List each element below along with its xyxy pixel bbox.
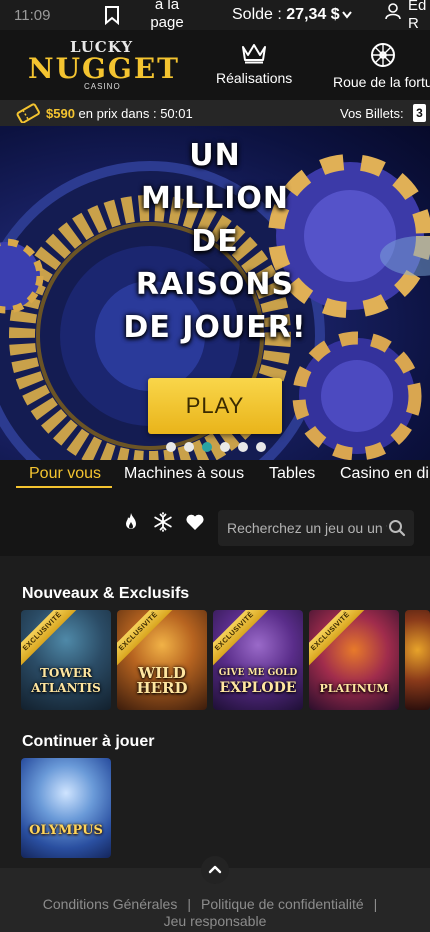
promo-banner[interactable]: UN MILLION DE RAISONS DE JOUER! PLAY (0, 126, 430, 460)
snowflake-icon[interactable] (153, 512, 173, 532)
search-icon[interactable] (388, 519, 406, 537)
footer-links: Conditions Générales | Politique de confid… (0, 896, 430, 930)
carousel-dot[interactable] (220, 442, 230, 452)
balance-label: Solde : (232, 6, 287, 23)
status-bar: 11:09 à la page d'accueil Solde : 27,34 … (0, 0, 430, 49)
heart-icon[interactable] (185, 512, 205, 532)
prize-text: en prix dans : 50:01 (74, 106, 193, 121)
game-title: WILD HERD (117, 666, 207, 696)
game-title: TOWER ATLANTIS (21, 666, 111, 696)
carousel-dot[interactable] (166, 442, 176, 452)
active-tab-indicator (16, 486, 112, 488)
headline-line: DE (191, 224, 239, 259)
logo-casino: CASINO (84, 82, 121, 91)
balance-value: 27,34 $ (286, 6, 340, 23)
nav-realisations[interactable]: Réalisations (216, 42, 292, 86)
balance[interactable]: Solde : 27,34 $ (232, 6, 352, 24)
tickets-label: Vos Billets: (340, 106, 404, 121)
lucky-nugget-logo[interactable]: LUCKY NUGGET CASINO (26, 38, 182, 94)
exclusive-ribbon: EXCLUSIVITÉ (21, 610, 77, 666)
responsible-gaming-link[interactable]: Jeu responsable (164, 913, 267, 929)
tab-pour-vous[interactable]: Pour vous (29, 465, 101, 483)
category-tabs: Pour vous Machines à sous Tables Casino … (0, 460, 430, 490)
game-title-line: ATLANTIS (31, 681, 101, 695)
game-title: OLYMPUS (29, 823, 103, 838)
section-title-new: Nouveaux & Exclusifs (22, 585, 190, 602)
terms-link[interactable]: Conditions Générales (43, 896, 178, 912)
game-title-line: PLATINUM (319, 682, 389, 695)
game-lobby: Nouveaux & Exclusifs EXCLUSIVITÉ TOWER AT… (0, 556, 430, 868)
game-tile-tower-atlantis[interactable]: EXCLUSIVITÉ TOWER ATLANTIS (21, 610, 111, 710)
game-title: GIVE ME GOLD EXPLODE (213, 666, 303, 696)
section-title-continue: Continuer à jouer (22, 733, 155, 750)
headline-line: UN (189, 138, 241, 173)
footer-separator: | (187, 896, 191, 912)
user-icon[interactable] (384, 2, 402, 20)
banner-headline: UN MILLION DE RAISONS DE JOUER! (110, 134, 320, 349)
wheel-icon (370, 43, 395, 67)
tab-machines-a-sous[interactable]: Machines à sous (124, 465, 244, 483)
site-header: LUCKY NUGGET CASINO Réalisations Roue de… (0, 30, 430, 100)
prize-strip: $590 en prix dans : 50:01 Vos Billets: 3 (0, 100, 430, 126)
exclusive-ribbon: EXCLUSIVITÉ (213, 610, 269, 666)
game-tile-olympus[interactable]: OLYMPUS (21, 758, 111, 858)
footer-separator: | (373, 896, 378, 912)
prize-countdown: $590 en prix dans : 50:01 (46, 106, 193, 121)
bookmark-icon[interactable] (103, 5, 121, 25)
exclusive-ribbon: EXCLUSIVITÉ (117, 610, 173, 666)
game-title-line: TOWER (40, 666, 92, 680)
tab-tables[interactable]: Tables (269, 465, 315, 483)
game-tile-partial[interactable] (405, 610, 430, 710)
exclusive-ribbon: EXCLUSIVITÉ (309, 610, 365, 666)
flame-icon[interactable] (121, 512, 141, 532)
headline-line: MILLION (140, 181, 290, 216)
headline-line: DE JOUER! (123, 310, 307, 345)
scroll-to-top-button[interactable] (201, 856, 229, 884)
privacy-link[interactable]: Politique de confidentialité (201, 896, 364, 912)
logo-nugget: NUGGET (27, 52, 180, 85)
nav-wheel-label: Roue de la fortu (333, 74, 430, 90)
carousel-dot[interactable] (256, 442, 266, 452)
search-input[interactable] (227, 510, 387, 546)
carousel-dot[interactable] (184, 442, 194, 452)
clock: 11:09 (14, 7, 51, 24)
game-title: PLATINUM (309, 681, 399, 696)
chevron-down-icon (341, 11, 352, 19)
filter-row (0, 490, 430, 556)
game-title-line: GIVE ME GOLD (218, 668, 298, 678)
nav-wheel-of-fortune[interactable]: Roue de la fortu (333, 42, 430, 90)
nav-realisations-label: Réalisations (216, 70, 293, 86)
carousel-dot-active[interactable] (202, 442, 212, 452)
game-title-line: HERD (136, 679, 188, 697)
crown-icon (242, 44, 267, 64)
headline-line: RAISONS (135, 267, 295, 302)
carousel-dot[interactable] (238, 442, 248, 452)
user-name[interactable]: Ed R (408, 0, 430, 33)
game-title-line: EXPLODE (219, 680, 297, 696)
game-tile-platinum[interactable]: EXCLUSIVITÉ PLATINUM (309, 610, 399, 710)
play-button[interactable]: PLAY (148, 378, 282, 434)
prize-amount: $590 (46, 106, 75, 121)
game-tile-give-me-gold-explode[interactable]: EXCLUSIVITÉ GIVE ME GOLD EXPLODE (213, 610, 303, 710)
tickets-count[interactable]: 3 (413, 104, 426, 122)
tab-casino-en-direct[interactable]: Casino en di (340, 465, 429, 483)
game-search[interactable] (218, 510, 414, 546)
ticket-icon (16, 103, 40, 123)
chevron-up-icon (208, 865, 222, 874)
game-tile-wild-herd[interactable]: EXCLUSIVITÉ WILD HERD (117, 610, 207, 710)
